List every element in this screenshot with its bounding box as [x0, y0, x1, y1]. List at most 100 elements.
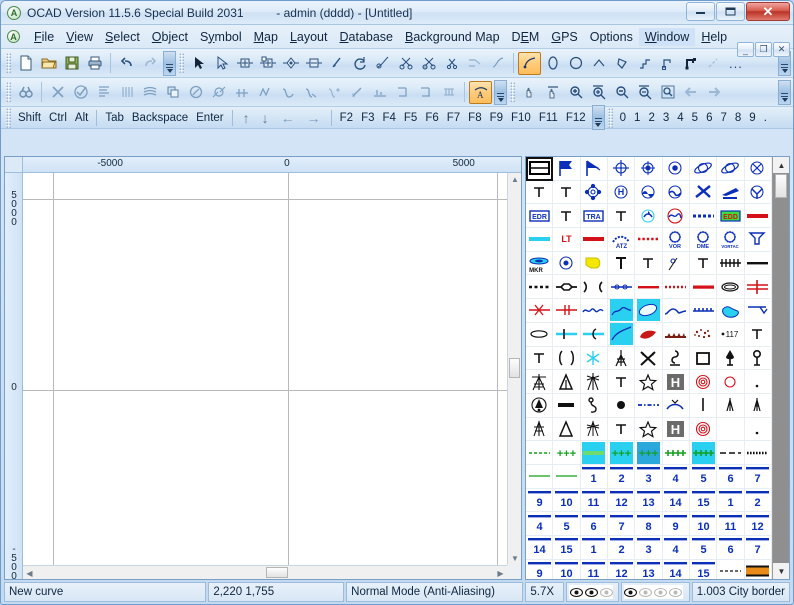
sym-black-dot[interactable]: [608, 393, 636, 418]
draw-polygon-icon[interactable]: [610, 52, 633, 75]
sym-T-post[interactable]: [608, 417, 636, 442]
zoom-in-box-icon[interactable]: [587, 81, 610, 104]
sym-flag-pennant[interactable]: [580, 157, 608, 181]
sym-num-7c[interactable]: 7: [744, 536, 772, 560]
sym-circle-bell[interactable]: [526, 393, 554, 418]
redo-icon[interactable]: [138, 52, 161, 75]
sym-rect-outline[interactable]: [526, 157, 554, 181]
mdi-restore-button[interactable]: ❐: [755, 42, 772, 57]
layers-icon[interactable]: [138, 81, 161, 104]
sym-red-dot-line[interactable]: [662, 275, 690, 300]
key-f8[interactable]: F8: [464, 109, 485, 127]
sym-num-5c[interactable]: 5: [690, 536, 718, 560]
sym-num-6b[interactable]: 6: [580, 512, 608, 536]
measure-icon[interactable]: [253, 81, 276, 104]
draw-curve2-icon[interactable]: [587, 52, 610, 75]
sym-dot-dash[interactable]: [526, 275, 554, 300]
palette-scroll-thumb[interactable]: [775, 174, 787, 198]
sym-snowflake[interactable]: [580, 346, 608, 371]
key-num-4[interactable]: 4: [673, 109, 687, 127]
sym-H-circle[interactable]: H: [608, 180, 636, 205]
eye-on-icon[interactable]: [624, 585, 638, 599]
sym-cyan-shore[interactable]: [608, 322, 636, 347]
scroll-up-arrow-icon[interactable]: ▲: [508, 173, 522, 186]
open-folder-icon[interactable]: [37, 52, 60, 75]
sym-antenna-circle[interactable]: [744, 180, 772, 205]
rotate-object-icon[interactable]: [279, 52, 302, 75]
sym-num-15c[interactable]: 15: [553, 536, 581, 560]
sym-black-bar[interactable]: [553, 393, 581, 418]
sym-num-4c[interactable]: 4: [662, 536, 690, 560]
palette-scroll-track[interactable]: [773, 173, 789, 563]
key-f10[interactable]: F10: [507, 109, 535, 127]
key-backspace[interactable]: Backspace: [128, 109, 192, 127]
draw-arrow-icon[interactable]: [679, 52, 702, 75]
sym-aircraft-cross[interactable]: [690, 180, 718, 205]
mdi-minimize-button[interactable]: _: [737, 42, 754, 57]
sym-water-arrow[interactable]: [744, 299, 772, 323]
sym-num-1c[interactable]: 1: [580, 536, 608, 560]
sym-green-band[interactable]: [580, 441, 608, 465]
key-num-7[interactable]: 7: [716, 109, 730, 127]
sym-cyan-lake[interactable]: [608, 299, 636, 323]
sym-sat-orbit[interactable]: [690, 157, 718, 181]
sym-num-7[interactable]: 7: [744, 464, 772, 489]
pan-hand-icon[interactable]: [518, 81, 541, 104]
sym-num-12[interactable]: 12: [608, 488, 636, 513]
palette-scroll-up-icon[interactable]: ▲: [773, 157, 789, 173]
sym-red-blob[interactable]: [635, 322, 663, 347]
fill-list-icon[interactable]: [92, 81, 115, 104]
sym-railway[interactable]: [717, 251, 745, 276]
sym-atz-arc[interactable]: ATZ: [608, 228, 636, 252]
menu-item-window[interactable]: Window: [638, 27, 696, 46]
sym-num-15d[interactable]: 15: [690, 559, 718, 579]
eye-on-icon[interactable]: [569, 585, 583, 599]
reduce-points-icon[interactable]: [299, 81, 322, 104]
back-arrow-icon[interactable]: [679, 81, 702, 104]
hatch-icon[interactable]: [115, 81, 138, 104]
key-f4[interactable]: F4: [378, 109, 399, 127]
toolbar-grip-icon[interactable]: [6, 53, 11, 73]
menu-item-help[interactable]: Help: [695, 28, 733, 46]
sym-red-tick[interactable]: [553, 299, 581, 323]
numbar-grip-icon[interactable]: [607, 107, 613, 128]
sym-edr-box[interactable]: EDR: [526, 204, 554, 229]
scroll-left-arrow-icon[interactable]: ◀: [23, 566, 36, 580]
sym-num-3c[interactable]: 3: [635, 536, 663, 560]
sym-cyan-dash[interactable]: [553, 322, 581, 347]
sym-sat-orbit2[interactable]: [717, 157, 745, 181]
key-f7[interactable]: F7: [443, 109, 464, 127]
sym-flag-blue[interactable]: [553, 157, 581, 181]
binoculars-icon[interactable]: [14, 81, 37, 104]
sym-tower-wide[interactable]: [526, 370, 554, 394]
align-top-icon[interactable]: [414, 81, 437, 104]
sym-num-4b[interactable]: 4: [526, 512, 554, 536]
key-arrow-right[interactable]: →: [301, 111, 327, 125]
sym-post[interactable]: [690, 393, 718, 418]
sym-ellipse-small[interactable]: [526, 322, 554, 347]
sym-T-tick[interactable]: [690, 251, 718, 276]
sym-mine-shaft[interactable]: [662, 346, 690, 371]
sym-red-dots[interactable]: [635, 228, 663, 252]
sym-blue-dashes[interactable]: [690, 204, 718, 229]
toolbar-grip-icon-3[interactable]: [6, 82, 11, 102]
toolbar-more-dots[interactable]: ...: [725, 56, 747, 71]
sym-edd-green[interactable]: EDD: [717, 204, 745, 229]
sym-hill-circle[interactable]: [635, 180, 663, 205]
sym-lt-label2[interactable]: LT: [553, 228, 581, 252]
key-num-9[interactable]: 9: [745, 109, 759, 127]
delete-point-icon[interactable]: [302, 52, 325, 75]
sym-blue-wave[interactable]: [580, 299, 608, 323]
toolbar-overflow-right-2[interactable]: [778, 80, 791, 105]
sym-orange-road[interactable]: [745, 559, 772, 579]
draw-ellipse-icon[interactable]: [541, 52, 564, 75]
sym-cyan-island[interactable]: [717, 299, 745, 323]
sym-swirl-circle[interactable]: [635, 204, 663, 229]
palette-vertical-scrollbar[interactable]: ▲ ▼: [772, 157, 789, 579]
sym-T-small[interactable]: [635, 251, 663, 276]
sym-chain-line[interactable]: [608, 275, 636, 300]
sym-brackets[interactable]: [580, 275, 608, 300]
key-f6[interactable]: F6: [421, 109, 442, 127]
sym-num-14[interactable]: 14: [662, 488, 690, 513]
delete-x-icon[interactable]: [46, 81, 69, 104]
